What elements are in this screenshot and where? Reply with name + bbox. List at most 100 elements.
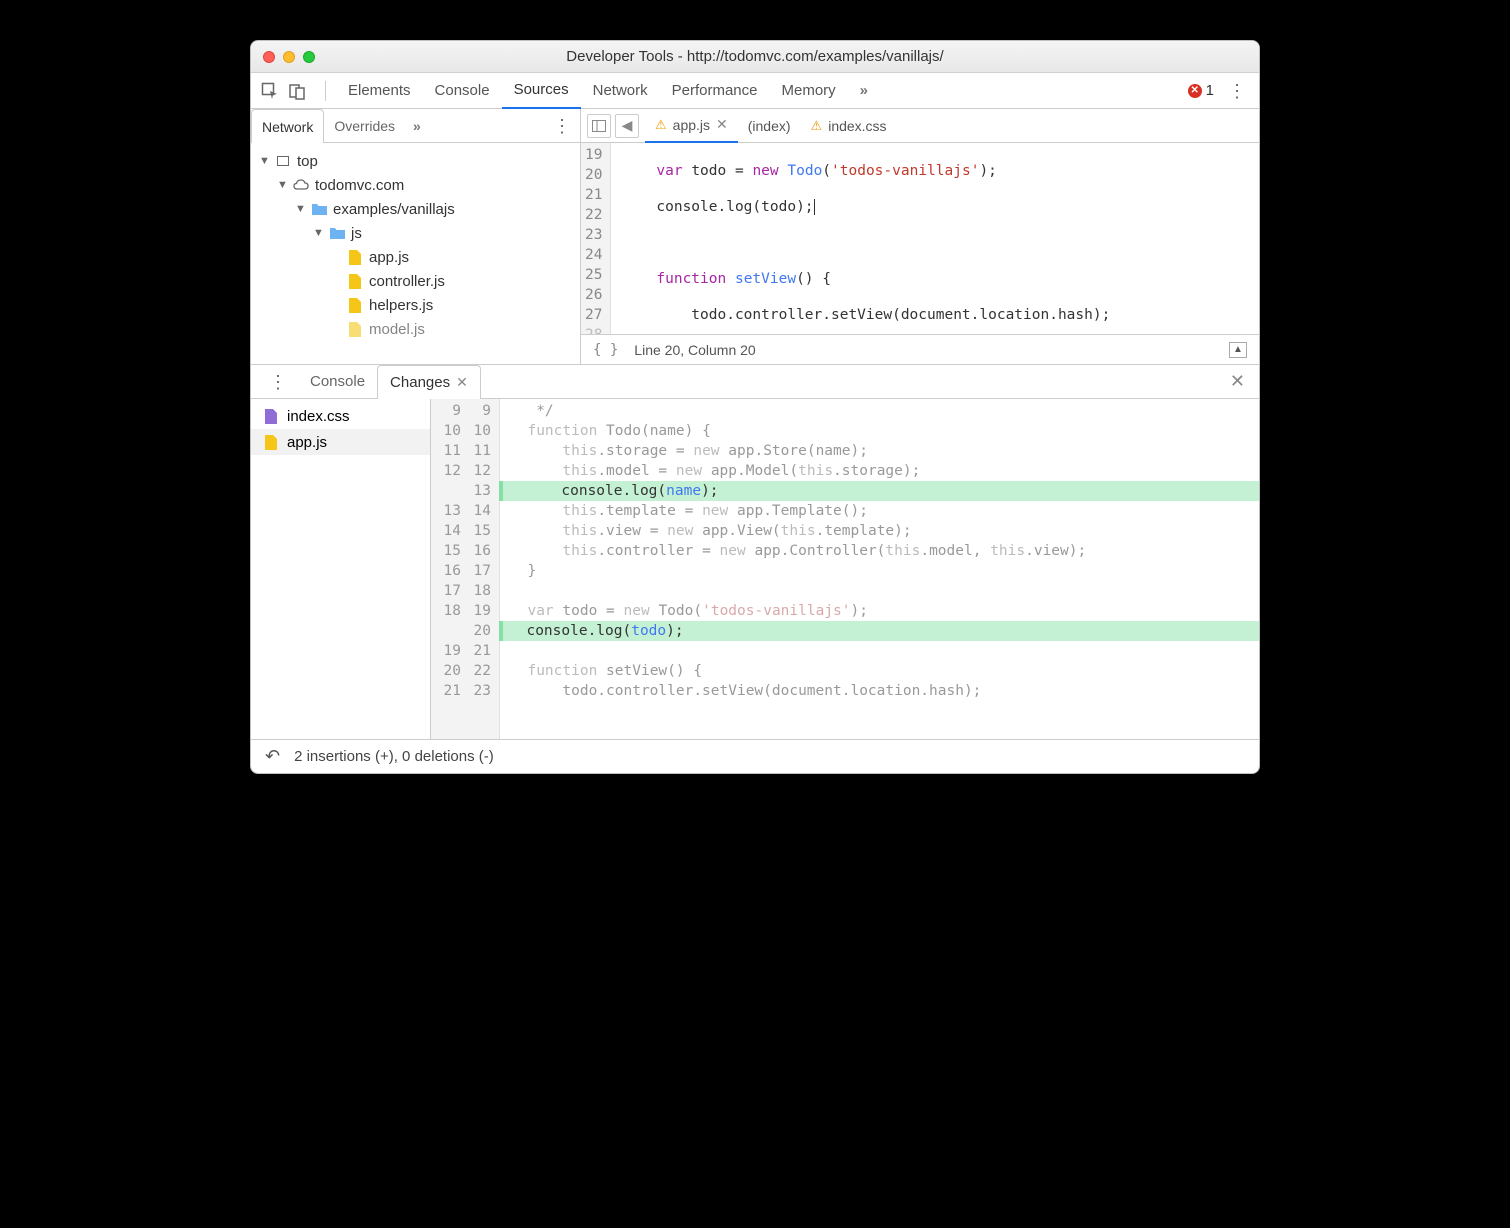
tree-folder-js[interactable]: ▼ js [255, 221, 576, 245]
minimize-window-button[interactable] [283, 51, 295, 63]
folder-icon [311, 201, 327, 217]
file-icon [263, 408, 279, 424]
cloud-icon [293, 177, 309, 193]
titlebar: Developer Tools - http://todomvc.com/exa… [251, 41, 1259, 73]
editor-tab-label: (index) [748, 118, 791, 134]
changes-summary: 2 insertions (+), 0 deletions (-) [294, 748, 494, 765]
drawer: ⋮ Console Changes ✕ ✕ index.css [251, 365, 1259, 773]
toggle-sidebar-icon[interactable]: ▲ [1229, 342, 1247, 358]
traffic-lights [263, 51, 315, 63]
tree-file-label: app.js [369, 249, 409, 266]
disclose-icon: ▼ [313, 227, 323, 239]
tab-sources[interactable]: Sources [502, 73, 581, 109]
sidebar-more-icon[interactable]: ⋮ [543, 117, 580, 135]
settings-menu-icon[interactable]: ⋮ [1222, 82, 1251, 100]
tree-folder-label: js [351, 225, 362, 242]
diff-gutter: 9910101111121213131414151516161717181819… [431, 399, 500, 739]
changed-file-label: app.js [287, 434, 327, 451]
tab-network[interactable]: Network [581, 73, 660, 109]
error-count: 1 [1206, 82, 1214, 99]
diff-content[interactable]: */ function Todo(name) { this.storage = … [500, 399, 1259, 739]
inspect-element-icon[interactable] [259, 80, 281, 102]
navigator-sidebar: Network Overrides » ⋮ ▼ top ▼ [251, 109, 581, 364]
folder-icon [329, 225, 345, 241]
error-icon: ✕ [1188, 84, 1202, 98]
tree-file-model[interactable]: model.js [255, 317, 576, 341]
close-tab-icon[interactable]: ✕ [716, 116, 728, 133]
sidebar-tabs-overflow[interactable]: » [405, 118, 430, 134]
pretty-print-icon[interactable]: { } [593, 342, 618, 358]
warning-icon: ⚠ [811, 118, 823, 134]
file-icon [263, 434, 279, 450]
history-back-icon[interactable]: ◀ [615, 114, 639, 138]
changed-files-list: index.css app.js [251, 399, 431, 739]
tree-path[interactable]: ▼ examples/vanillajs [255, 197, 576, 221]
file-icon [347, 297, 363, 313]
editor-tab-label: app.js [673, 117, 710, 133]
code-content[interactable]: var todo = new Todo('todos-vanillajs'); … [611, 143, 1120, 334]
editor-tabs: ◀ ⚠ app.js ✕ (index) ⚠ index.css [581, 109, 1259, 143]
drawer-tab-changes[interactable]: Changes ✕ [377, 365, 481, 399]
tree-file-helpers[interactable]: helpers.js [255, 293, 576, 317]
toggle-navigator-icon[interactable] [587, 114, 611, 138]
main-toolbar: Elements Console Sources Network Perform… [251, 73, 1259, 109]
disclose-icon: ▼ [277, 179, 287, 191]
tab-performance[interactable]: Performance [660, 73, 770, 109]
tab-console[interactable]: Console [423, 73, 502, 109]
editor-tab-index-css[interactable]: ⚠ index.css [801, 109, 897, 143]
tree-domain-label: todomvc.com [315, 177, 404, 194]
tree-file-label: controller.js [369, 273, 445, 290]
tree-top-label: top [297, 153, 318, 170]
device-toolbar-icon[interactable] [287, 80, 309, 102]
sidebar-tabs: Network Overrides » ⋮ [251, 109, 580, 143]
workspace: Network Overrides » ⋮ ▼ top ▼ [251, 109, 1259, 773]
editor-tab-index[interactable]: (index) [738, 109, 801, 143]
tree-file-label: helpers.js [369, 297, 433, 314]
sidebar-tab-overrides[interactable]: Overrides [324, 109, 405, 143]
sources-panel: Network Overrides » ⋮ ▼ top ▼ [251, 109, 1259, 365]
tree-top[interactable]: ▼ top [255, 149, 576, 173]
frame-icon [275, 153, 291, 169]
drawer-tabs: ⋮ Console Changes ✕ ✕ [251, 365, 1259, 399]
close-drawer-icon[interactable]: ✕ [1216, 371, 1259, 392]
editor-tab-app-js[interactable]: ⚠ app.js ✕ [645, 109, 738, 143]
cursor-position: Line 20, Column 20 [634, 342, 755, 358]
drawer-tab-console[interactable]: Console [298, 365, 377, 399]
tree-domain[interactable]: ▼ todomvc.com [255, 173, 576, 197]
tabs-overflow[interactable]: » [848, 73, 881, 109]
drawer-tab-label: Changes [390, 374, 450, 391]
tree-file-label: model.js [369, 321, 425, 338]
tree-path-label: examples/vanillajs [333, 201, 455, 218]
tree-file-app[interactable]: app.js [255, 245, 576, 269]
devtools-window: Developer Tools - http://todomvc.com/exa… [250, 40, 1260, 774]
window-title: Developer Tools - http://todomvc.com/exa… [251, 48, 1259, 65]
code-area[interactable]: 19202122232425262728 var todo = new Todo… [581, 143, 1259, 334]
changed-file-app-js[interactable]: app.js [251, 429, 430, 455]
changes-status-bar: ↶ 2 insertions (+), 0 deletions (-) [251, 739, 1259, 773]
warning-icon: ⚠ [655, 117, 667, 133]
disclose-icon: ▼ [295, 203, 305, 215]
file-tree: ▼ top ▼ todomvc.com ▼ [251, 143, 580, 347]
drawer-more-icon[interactable]: ⋮ [259, 373, 296, 391]
sidebar-tab-network[interactable]: Network [251, 109, 324, 143]
changes-panel: index.css app.js 99101011111212131314141… [251, 399, 1259, 739]
tab-elements[interactable]: Elements [336, 73, 423, 109]
editor-status-bar: { } Line 20, Column 20 ▲ [581, 334, 1259, 364]
close-window-button[interactable] [263, 51, 275, 63]
line-gutter: 19202122232425262728 [581, 143, 611, 334]
tree-file-controller[interactable]: controller.js [255, 269, 576, 293]
tab-memory[interactable]: Memory [770, 73, 848, 109]
file-icon [347, 321, 363, 337]
file-icon [347, 249, 363, 265]
error-badge[interactable]: ✕ 1 [1188, 82, 1214, 99]
changed-file-index-css[interactable]: index.css [251, 403, 430, 429]
revert-icon[interactable]: ↶ [265, 746, 280, 767]
separator [325, 81, 326, 101]
diff-area[interactable]: 9910101111121213131414151516161717181819… [431, 399, 1259, 739]
changed-file-label: index.css [287, 408, 350, 425]
file-icon [347, 273, 363, 289]
maximize-window-button[interactable] [303, 51, 315, 63]
disclose-icon: ▼ [259, 155, 269, 167]
close-tab-icon[interactable]: ✕ [456, 374, 468, 391]
editor-tab-label: index.css [828, 118, 886, 134]
